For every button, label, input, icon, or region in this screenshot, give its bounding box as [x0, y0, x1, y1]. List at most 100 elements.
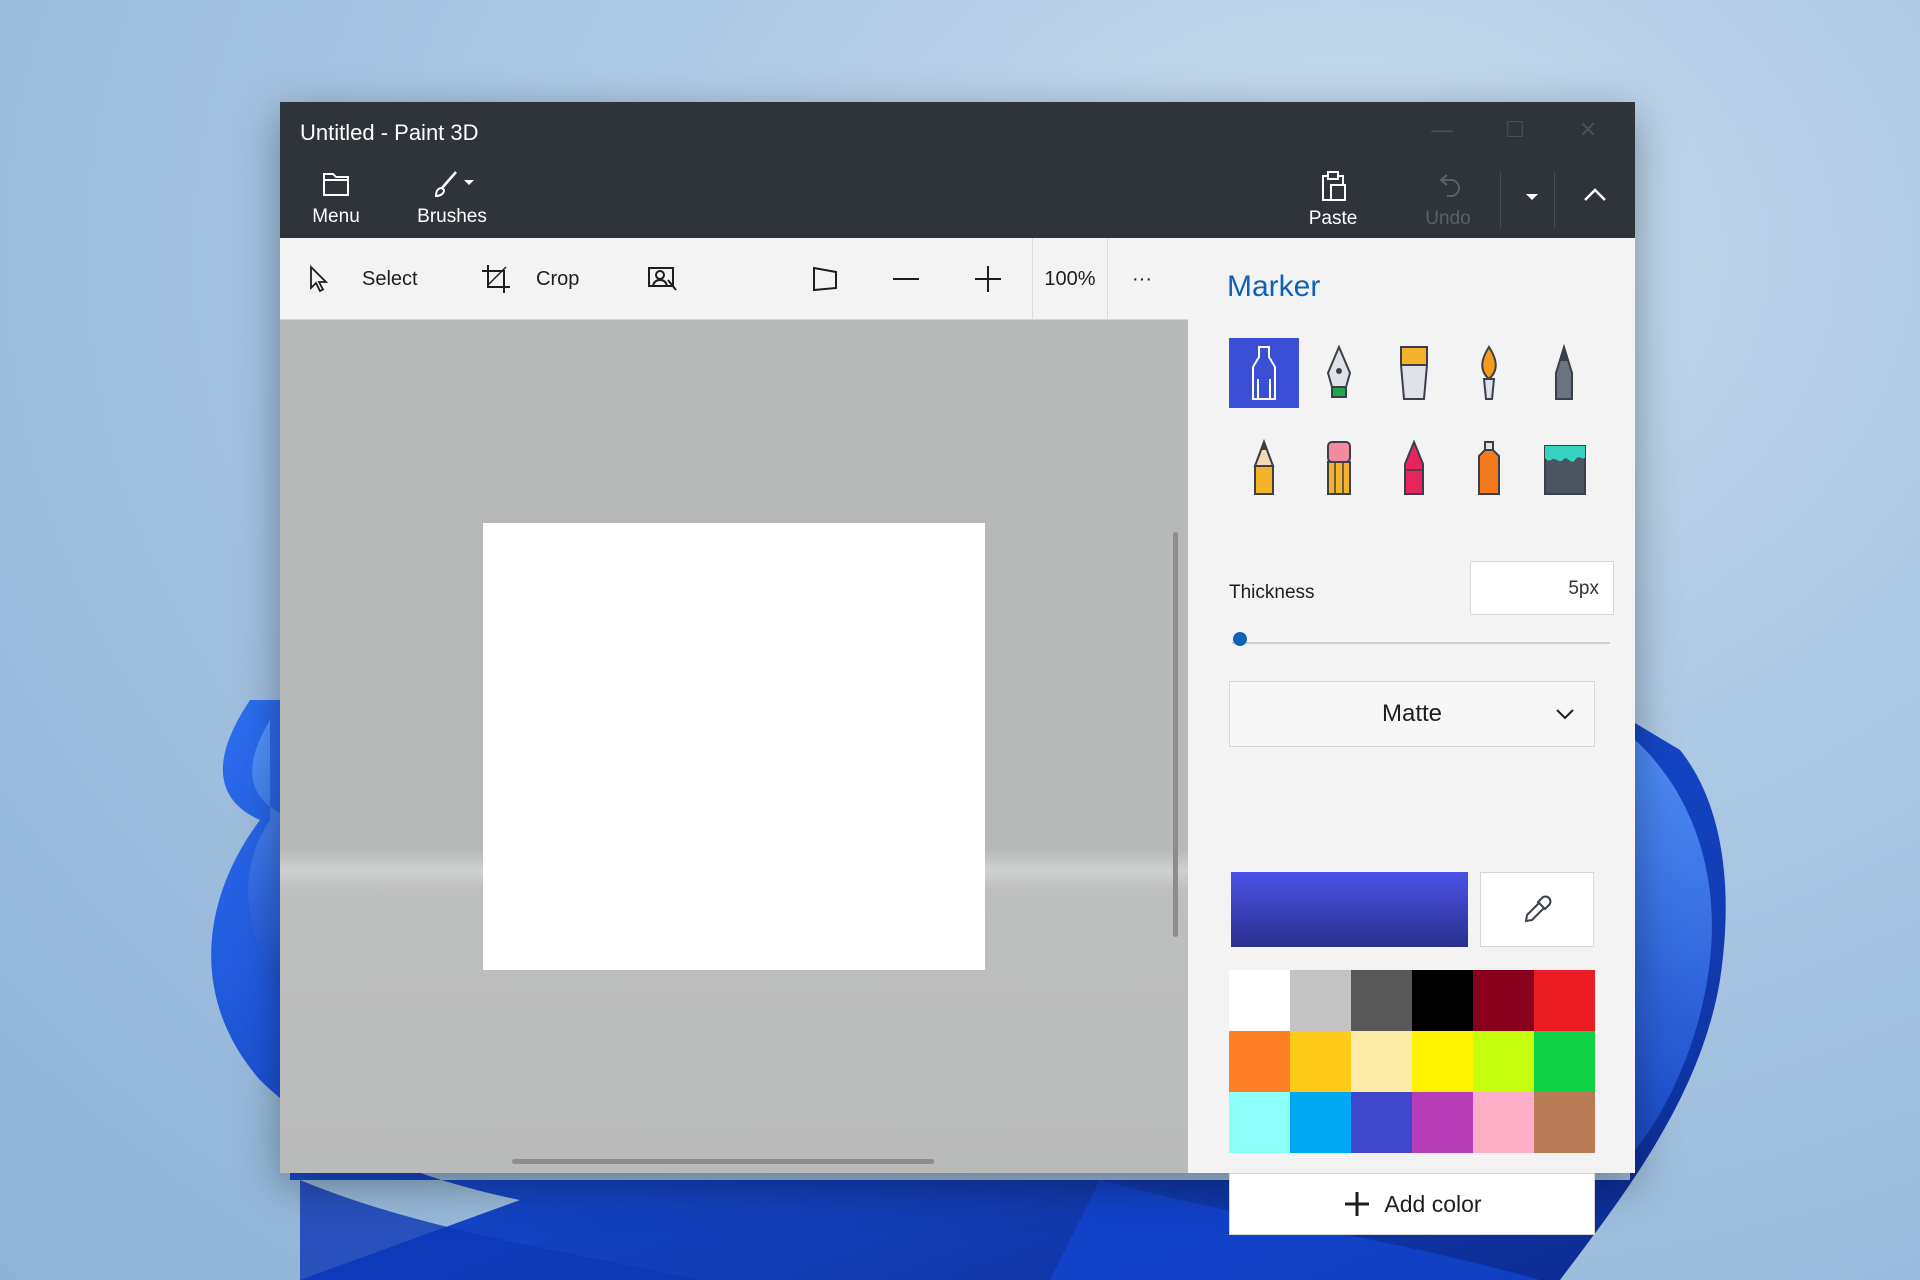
ribbon-divider [1554, 172, 1555, 228]
eyedropper-button[interactable] [1480, 872, 1594, 947]
title-bar: Untitled - Paint 3D — ☐ ✕ [280, 102, 1635, 158]
crop-tool[interactable]: Crop [480, 238, 579, 320]
vertical-scrollbar[interactable] [1173, 532, 1178, 937]
maximize-button[interactable]: ☐ [1483, 110, 1547, 150]
calligraphy-pen-brush[interactable] [1304, 338, 1374, 408]
undo-label: Undo [1425, 208, 1471, 229]
menu-button[interactable]: Menu [306, 168, 366, 228]
fill-bucket-icon [1544, 445, 1586, 495]
plus-icon [975, 266, 1001, 292]
palette-swatch[interactable] [1290, 1092, 1351, 1153]
perspective-icon [813, 266, 837, 292]
crop-icon [482, 265, 510, 293]
view-3d-button[interactable] [810, 238, 842, 320]
pencil-icon [1253, 439, 1275, 495]
pixel-pen-icon [1555, 343, 1573, 400]
watercolor-brush[interactable] [1454, 338, 1524, 408]
crayon-brush[interactable] [1379, 433, 1449, 503]
palette-swatch[interactable] [1229, 1092, 1290, 1153]
zoom-in-button[interactable] [972, 238, 1004, 320]
paste-button[interactable]: Paste [1298, 170, 1368, 230]
minimize-button[interactable]: — [1410, 110, 1474, 150]
eraser-brush[interactable] [1304, 433, 1374, 503]
add-color-label: Add color [1384, 1190, 1482, 1217]
palette-swatch[interactable] [1412, 1031, 1473, 1092]
minus-icon [893, 278, 919, 280]
marker-icon [1252, 346, 1276, 400]
brushes-panel: Marker Thickness 5px Matte Add color [1188, 238, 1635, 1235]
window-title: Untitled - Paint 3D [300, 120, 479, 145]
eyedropper-icon [1524, 895, 1552, 922]
palette-swatch[interactable] [1351, 970, 1412, 1031]
palette-swatch[interactable] [1534, 1092, 1595, 1153]
calligraphy-pen-icon [1326, 344, 1352, 398]
pencil-brush[interactable] [1229, 433, 1299, 503]
brush-icon [412, 168, 492, 206]
spray-can-brush[interactable] [1454, 433, 1524, 503]
palette-swatch[interactable] [1290, 970, 1351, 1031]
palette-swatch[interactable] [1473, 1092, 1534, 1153]
history-dropdown-button[interactable] [1512, 182, 1552, 222]
select-tool[interactable]: Select [306, 238, 418, 320]
drawing-canvas[interactable] [483, 523, 985, 970]
undo-button[interactable]: Undo [1413, 170, 1483, 230]
panel-title: Marker [1227, 270, 1321, 303]
add-color-button[interactable]: Add color [1229, 1173, 1595, 1235]
thickness-input[interactable]: 5px [1470, 561, 1614, 615]
chevron-down-icon [1556, 709, 1574, 720]
close-button[interactable]: ✕ [1556, 110, 1620, 150]
collapse-ribbon-button[interactable] [1570, 178, 1620, 218]
clipboard-icon [1298, 170, 1368, 208]
magic-select-tool[interactable] [646, 238, 678, 320]
menu-label: Menu [312, 206, 360, 227]
horizontal-scrollbar[interactable] [512, 1159, 934, 1164]
palette-swatch[interactable] [1534, 970, 1595, 1031]
marker-brush[interactable] [1229, 338, 1299, 408]
oil-brush[interactable] [1379, 338, 1449, 408]
palette-swatch[interactable] [1534, 1031, 1595, 1092]
paste-label: Paste [1308, 208, 1358, 229]
magic-select-icon [648, 267, 677, 291]
palette-swatch[interactable] [1229, 970, 1290, 1031]
thickness-slider-track[interactable] [1232, 642, 1610, 644]
palette-swatch[interactable] [1229, 1031, 1290, 1092]
palette-swatch[interactable] [1473, 1031, 1534, 1092]
palette-swatch[interactable] [1290, 1031, 1351, 1092]
more-options-button[interactable]: ··· [1132, 238, 1152, 320]
cursor-icon [310, 264, 329, 293]
pixel-pen-brush[interactable] [1529, 338, 1599, 408]
thickness-slider-thumb[interactable] [1232, 632, 1247, 646]
ribbon-divider [1500, 172, 1501, 228]
zoom-level[interactable]: 100% [1032, 238, 1108, 320]
brushes-button[interactable]: Brushes [412, 168, 492, 228]
finish-value: Matte [1381, 700, 1443, 727]
crayon-icon [1404, 439, 1424, 495]
canvas-workspace [280, 320, 1188, 1173]
watercolor-icon [1481, 345, 1497, 400]
palette-swatch[interactable] [1412, 970, 1473, 1031]
fill-bucket-brush[interactable] [1529, 433, 1599, 503]
palette-swatch[interactable] [1351, 1092, 1412, 1153]
thickness-label: Thickness [1229, 582, 1315, 603]
finish-dropdown[interactable]: Matte [1229, 681, 1595, 747]
caret-down-icon [1526, 194, 1538, 200]
brushes-label: Brushes [417, 206, 487, 227]
folder-icon [306, 168, 366, 206]
toolbar: Select Crop 100% ··· [280, 238, 1188, 320]
undo-icon [1413, 170, 1483, 208]
palette-swatch[interactable] [1351, 1031, 1412, 1092]
palette-swatch[interactable] [1412, 1092, 1473, 1153]
select-label: Select [362, 267, 418, 290]
color-palette [1229, 970, 1595, 1153]
ribbon: Menu Brushes Paste Undo [280, 158, 1635, 238]
eraser-icon [1327, 441, 1351, 495]
zoom-out-button[interactable] [890, 238, 922, 320]
crop-label: Crop [536, 267, 580, 290]
chevron-up-icon [1584, 188, 1606, 201]
spray-can-icon [1478, 441, 1500, 495]
palette-swatch[interactable] [1473, 970, 1534, 1031]
current-color-swatch[interactable] [1231, 872, 1468, 947]
paint3d-window: Untitled - Paint 3D — ☐ ✕ Menu Brushes P… [280, 102, 1635, 1235]
plus-icon [1345, 1192, 1370, 1216]
oil-brush-icon [1399, 346, 1429, 400]
